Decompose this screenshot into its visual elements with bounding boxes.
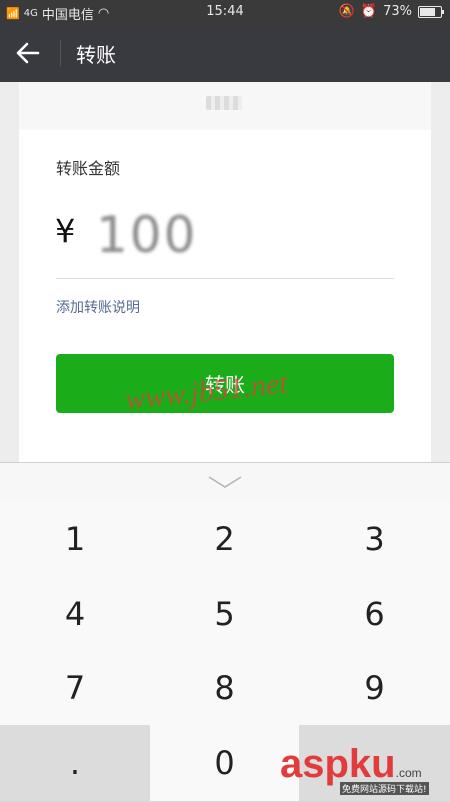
clock: 15:44 xyxy=(206,4,244,19)
key-1[interactable]: 1 xyxy=(0,501,151,577)
arrow-left-icon xyxy=(16,42,40,64)
amount-label: 转账金额 xyxy=(56,159,121,178)
currency-symbol: ¥ xyxy=(55,212,76,250)
recipient-name-blurred xyxy=(206,96,242,110)
collapse-keypad-button[interactable] xyxy=(0,463,450,502)
key-2[interactable]: 2 xyxy=(150,501,300,577)
key-9[interactable]: 9 xyxy=(299,651,450,726)
alarm-icon: ⏰ xyxy=(360,4,378,19)
key-4[interactable]: 4 xyxy=(0,576,151,652)
back-button[interactable] xyxy=(14,39,42,67)
battery-icon xyxy=(418,5,444,18)
amount-underline xyxy=(56,278,394,279)
key-7[interactable]: 7 xyxy=(0,651,151,726)
key-decimal[interactable]: . xyxy=(0,725,151,802)
key-3[interactable]: 3 xyxy=(299,501,450,577)
mute-icon: 🔕 xyxy=(338,4,355,19)
page-title: 转账 xyxy=(76,43,116,67)
chevron-down-icon xyxy=(208,476,242,488)
amount-input[interactable]: 100 xyxy=(96,206,197,264)
add-note-link[interactable]: 添加转账说明 xyxy=(56,297,140,317)
numeric-keypad: 123 456 789.0 xyxy=(0,462,450,802)
key-5[interactable]: 5 xyxy=(150,576,300,652)
battery-percent: 73% xyxy=(383,4,412,19)
title-divider xyxy=(60,40,61,66)
key-blank xyxy=(299,725,450,802)
key-0[interactable]: 0 xyxy=(150,725,300,802)
key-6[interactable]: 6 xyxy=(299,576,450,652)
transfer-button[interactable]: 转账 xyxy=(56,354,394,413)
title-bar: 转账 xyxy=(0,24,450,82)
status-bar: 📶 4G 中国电信 ◠ 15:44 🔕 ⏰ 73% xyxy=(0,0,450,24)
key-8[interactable]: 8 xyxy=(150,651,300,726)
